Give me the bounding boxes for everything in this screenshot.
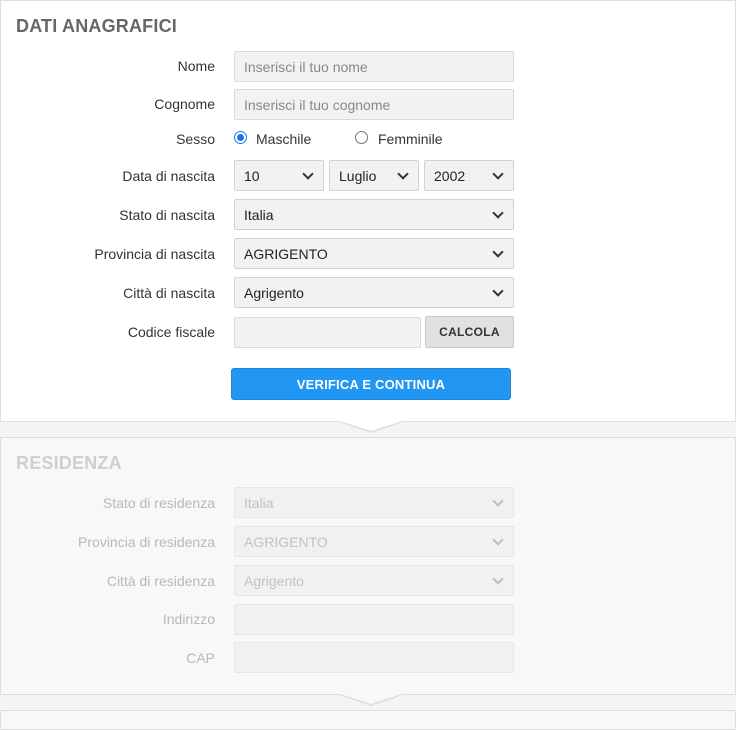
month-select[interactable]: Luglio [329,160,419,191]
cognome-label: Cognome [154,96,215,112]
chevron-down-icon [492,167,504,180]
chevron-down-icon [492,284,504,297]
citta-nascita-select[interactable]: Agrigento [234,277,514,308]
citta-residenza-select[interactable]: Agrigento [234,565,514,596]
day-select-value: 10 [244,167,260,184]
data-nascita-label: Data di nascita [122,168,215,184]
provincia-nascita-value: AGRIGENTO [244,245,328,262]
stato-residenza-value: Italia [244,494,274,511]
month-select-value: Luglio [339,167,377,184]
radio-femminile[interactable] [355,131,368,144]
provincia-residenza-select[interactable]: AGRIGENTO [234,526,514,557]
cap-label: CAP [186,650,215,666]
citta-nascita-label: Città di nascita [123,285,215,301]
year-select-value: 2002 [434,167,466,184]
panel-notch [340,694,402,704]
provincia-nascita-select[interactable]: AGRIGENTO [234,238,514,269]
day-select[interactable]: 10 [234,160,324,191]
chevron-down-icon [492,494,504,507]
radio-maschile-label[interactable]: Maschile [256,131,311,147]
calcola-button[interactable]: CALCOLA [425,316,514,348]
provincia-residenza-value: AGRIGENTO [244,533,328,550]
citta-nascita-value: Agrigento [244,284,304,301]
codice-fiscale-label: Codice fiscale [127,324,215,340]
sesso-label: Sesso [176,131,215,147]
radio-maschile[interactable] [234,131,247,144]
chevron-down-icon [492,245,504,258]
panel-next-section [0,710,736,730]
provincia-nascita-label: Provincia di nascita [94,246,215,262]
panel-notch [340,421,402,431]
nome-input[interactable] [234,51,514,82]
chevron-down-icon [492,206,504,219]
chevron-down-icon [302,167,314,180]
stato-residenza-select[interactable]: Italia [234,487,514,518]
radio-femminile-label[interactable]: Femminile [378,131,443,147]
chevron-down-icon [492,533,504,546]
indirizzo-label: Indirizzo [162,611,215,627]
citta-residenza-label: Città di residenza [106,573,215,589]
codice-fiscale-input[interactable] [234,317,421,348]
stato-nascita-select[interactable]: Italia [234,199,514,230]
section-title-anagrafici: DATI ANAGRAFICI [16,16,177,36]
cap-input[interactable] [234,642,514,673]
indirizzo-input[interactable] [234,604,514,635]
verifica-continua-button[interactable]: VERIFICA E CONTINUA [231,368,511,400]
provincia-residenza-label: Provincia di residenza [78,534,215,550]
cognome-input[interactable] [234,89,514,120]
chevron-down-icon [492,572,504,585]
nome-label: Nome [177,58,215,74]
citta-residenza-value: Agrigento [244,572,304,589]
year-select[interactable]: 2002 [424,160,514,191]
stato-nascita-label: Stato di nascita [119,207,215,223]
section-title-residenza: RESIDENZA [16,453,122,473]
chevron-down-icon [397,167,409,180]
stato-residenza-label: Stato di residenza [102,495,215,511]
stato-nascita-value: Italia [244,206,274,223]
